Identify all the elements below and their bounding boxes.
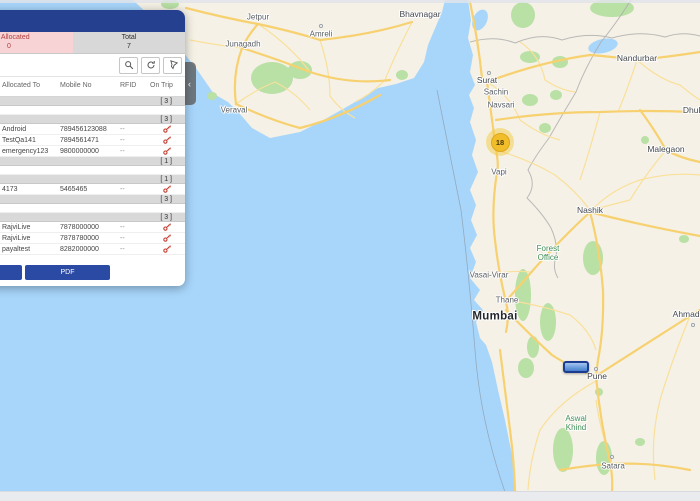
key-icon — [163, 223, 171, 231]
key-icon — [163, 136, 171, 144]
top-edge — [0, 0, 700, 3]
cell-rfid: -- — [120, 224, 125, 231]
table-row[interactable]: TestQa141 7894561471 -- — [0, 135, 185, 146]
panel-footer: PDF — [0, 259, 185, 286]
refresh-icon — [146, 60, 156, 70]
col-on-trip: On Trip — [150, 82, 173, 89]
table-row[interactable]: RajviLive 7878000000 -- — [0, 222, 185, 233]
table-header-row: Allocated To Mobile No RFID On Trip — [0, 77, 185, 97]
cell-mobile-no: 5465465 — [60, 186, 87, 193]
key-icon — [163, 185, 171, 193]
tab-total[interactable]: Total 7 — [73, 32, 185, 53]
table-row[interactable]: payaltest 8282000000 -- — [0, 244, 185, 255]
panel-toolbar — [0, 54, 185, 77]
cell-rfid: -- — [120, 148, 125, 155]
cell-rfid: -- — [120, 246, 125, 253]
cell-allocated-to: 4173 — [2, 186, 18, 193]
key-icon — [163, 147, 171, 155]
on-trip-key-button[interactable] — [163, 136, 171, 146]
cell-allocated-to: emergency123 — [2, 148, 48, 155]
vehicle-marker[interactable] — [563, 361, 589, 373]
cell-rfid: -- — [120, 235, 125, 242]
cell-allocated-to: Android — [2, 126, 26, 133]
tab-not-allocated-label: Not Allocated — [0, 34, 30, 43]
key-icon — [163, 245, 171, 253]
group-row[interactable]: [ 3 ] — [0, 115, 185, 124]
on-trip-key-button[interactable] — [163, 234, 171, 244]
table-row[interactable]: Android 789456123088 -- — [0, 124, 185, 135]
key-icon — [163, 125, 171, 133]
cell-mobile-no: 789456123088 — [60, 126, 107, 133]
cell-mobile-no: 7878780000 — [60, 235, 99, 242]
group-spacer-row — [0, 106, 185, 115]
cell-allocated-to: TestQa141 — [2, 137, 36, 144]
key-icon — [163, 234, 171, 242]
export-button-partial[interactable] — [0, 265, 22, 280]
group-row[interactable]: [ 3 ] — [0, 195, 185, 204]
tab-not-allocated-count: 0 — [7, 43, 11, 52]
search-icon — [124, 60, 134, 70]
cell-allocated-to: RajviLive — [2, 224, 30, 231]
group-row[interactable]: [ 3 ] — [0, 97, 185, 106]
cluster-count: 18 — [491, 133, 510, 152]
table-row[interactable]: 4173 5465465 -- — [0, 184, 185, 195]
group-row[interactable]: [ 1 ] — [0, 175, 185, 184]
on-trip-key-button[interactable] — [163, 147, 171, 157]
allocation-panel: Not Allocated 0 Total 7 Allocate — [0, 10, 185, 286]
col-allocated-to: Allocated To — [2, 82, 40, 89]
on-trip-key-button[interactable] — [163, 185, 171, 195]
group-row[interactable]: [ 3 ] — [0, 213, 185, 222]
group-spacer-row — [0, 166, 185, 175]
col-rfid: RFID — [120, 82, 136, 89]
table-row[interactable]: RajviLive 7878780000 -- — [0, 233, 185, 244]
on-trip-key-button[interactable] — [163, 125, 171, 135]
panel-header-bar — [0, 10, 185, 32]
tab-total-label: Total — [122, 34, 137, 43]
filter-button[interactable] — [163, 57, 182, 74]
refresh-button[interactable] — [141, 57, 160, 74]
tab-total-count: 7 — [127, 43, 131, 52]
col-mobile-no: Mobile No — [60, 82, 92, 89]
table-row[interactable]: emergency123 9800000000 -- — [0, 146, 185, 157]
cell-allocated-to: payaltest — [2, 246, 30, 253]
group-spacer-row — [0, 204, 185, 213]
cluster-marker[interactable]: 18 — [486, 128, 514, 156]
cell-mobile-no: 8282000000 — [60, 246, 99, 253]
panel-tabs: Not Allocated 0 Total 7 — [0, 32, 185, 54]
on-trip-key-button[interactable] — [163, 223, 171, 233]
on-trip-key-button[interactable] — [163, 245, 171, 255]
cell-mobile-no: 7894561471 — [60, 137, 99, 144]
chevron-left-icon: ‹ — [188, 79, 191, 89]
table-body: [ 3 ][ 3 ]Android789456123088--TestQa141… — [0, 97, 185, 259]
cell-mobile-no: 7878000000 — [60, 224, 99, 231]
cell-rfid: -- — [120, 126, 125, 133]
cell-rfid: -- — [120, 186, 125, 193]
search-button[interactable] — [119, 57, 138, 74]
cell-allocated-to: RajviLive — [2, 235, 30, 242]
cell-rfid: -- — [120, 137, 125, 144]
pdf-button[interactable]: PDF — [25, 265, 110, 280]
filter-icon — [166, 59, 179, 72]
group-row[interactable]: [ 1 ] — [0, 157, 185, 166]
cell-mobile-no: 9800000000 — [60, 148, 99, 155]
tab-not-allocated[interactable]: Not Allocated 0 — [0, 32, 73, 53]
